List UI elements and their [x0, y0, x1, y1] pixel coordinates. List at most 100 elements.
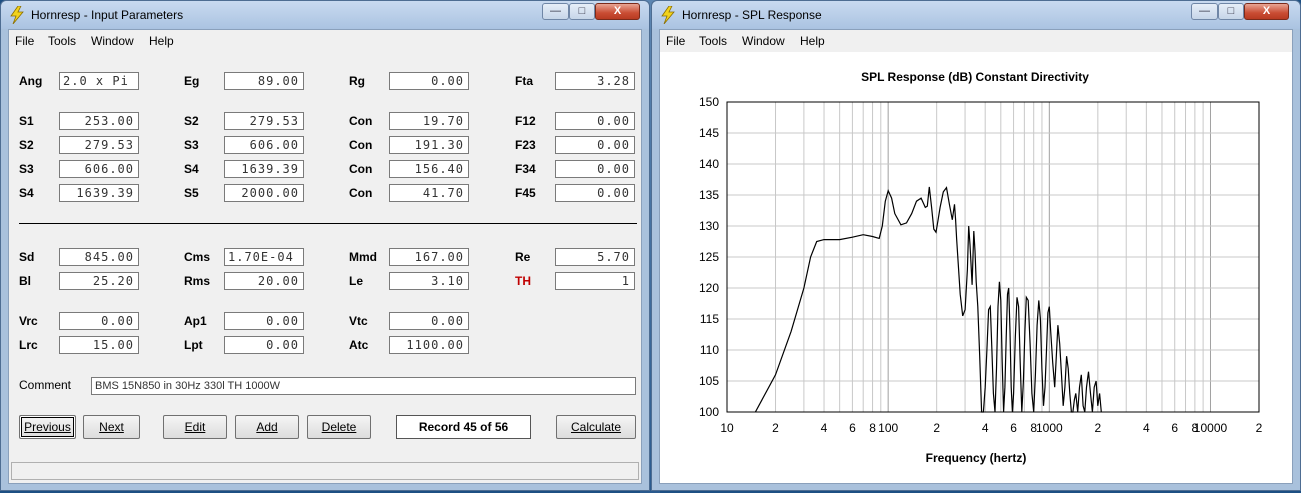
y-tick-labels: 100 105 110 115 120 125 130 135 140 145 150: [699, 95, 719, 419]
close-button[interactable]: X: [1244, 3, 1289, 20]
maximize-button[interactable]: □: [569, 3, 595, 20]
label-s4: S4: [184, 162, 199, 176]
x-tick-label: 10000: [1194, 421, 1228, 435]
x-tick-label: 6: [1171, 421, 1178, 435]
field-s4[interactable]: 1639.39: [224, 160, 304, 178]
field-ang[interactable]: 2.0 x Pi: [59, 72, 139, 90]
field-con2[interactable]: 191.30: [389, 136, 469, 154]
delete-button[interactable]: Delete: [307, 415, 371, 439]
calculate-button[interactable]: Calculate: [556, 415, 636, 439]
title-bar[interactable]: Hornresp - SPL Response — □ X: [652, 1, 1300, 29]
previous-button[interactable]: Previous: [19, 415, 76, 439]
field-fta[interactable]: 3.28: [555, 72, 635, 90]
label-lpt: Lpt: [184, 338, 203, 352]
app-bolt-icon: [10, 6, 24, 24]
y-tick-label: 145: [699, 126, 719, 140]
field-atc[interactable]: 1100.00: [389, 336, 469, 354]
next-button-label: Next: [99, 420, 124, 434]
label-f34: F34: [515, 162, 536, 176]
label-con2: Con: [349, 138, 373, 152]
menu-window[interactable]: Window: [742, 34, 785, 48]
field-vrc[interactable]: 0.00: [59, 312, 139, 330]
menu-file[interactable]: File: [15, 34, 34, 48]
y-tick-label: 105: [699, 374, 719, 388]
field-lrc[interactable]: 15.00: [59, 336, 139, 354]
field-th[interactable]: 1: [555, 272, 635, 290]
y-tick-label: 115: [700, 312, 719, 326]
label-s4: S4: [19, 186, 34, 200]
edit-button-label: Edit: [184, 420, 206, 434]
plot-area: SPL Response (dB) Constant Directivity F…: [660, 52, 1292, 483]
field-le[interactable]: 3.10: [389, 272, 469, 290]
field-rg[interactable]: 0.00: [389, 72, 469, 90]
field-f45[interactable]: 0.00: [555, 184, 635, 202]
edit-button[interactable]: Edit: [163, 415, 227, 439]
field-s2[interactable]: 279.53: [224, 112, 304, 130]
field-con3[interactable]: 156.40: [389, 160, 469, 178]
field-s2-b[interactable]: 279.53: [59, 136, 139, 154]
field-f23[interactable]: 0.00: [555, 136, 635, 154]
field-mmd[interactable]: 167.00: [389, 248, 469, 266]
label-f23: F23: [515, 138, 536, 152]
add-button[interactable]: Add: [235, 415, 299, 439]
x-tick-label: 4: [821, 421, 828, 435]
label-f45: F45: [515, 186, 536, 200]
field-s1[interactable]: 253.00: [59, 112, 139, 130]
minimize-button[interactable]: —: [542, 3, 569, 20]
field-s4-b[interactable]: 1639.39: [59, 184, 139, 202]
minimize-button[interactable]: —: [1191, 3, 1218, 20]
menu-help[interactable]: Help: [149, 34, 174, 48]
comment-label: Comment: [19, 378, 72, 392]
comment-field[interactable]: BMS 15N850 in 30Hz 330l TH 1000W: [91, 377, 636, 395]
menu-help[interactable]: Help: [800, 34, 825, 48]
field-f34[interactable]: 0.00: [555, 160, 635, 178]
field-re[interactable]: 5.70: [555, 248, 635, 266]
field-s5[interactable]: 2000.00: [224, 184, 304, 202]
field-lpt[interactable]: 0.00: [224, 336, 304, 354]
field-vtc[interactable]: 0.00: [389, 312, 469, 330]
next-button[interactable]: Next: [83, 415, 140, 439]
x-axis-label: Frequency (hertz): [926, 451, 1027, 465]
calculate-button-label: Calculate: [570, 420, 622, 434]
spl-response-window: Hornresp - SPL Response — □ X File Tools…: [651, 0, 1301, 491]
label-eg: Eg: [184, 74, 200, 88]
x-tick-label: 6: [849, 421, 856, 435]
field-f12[interactable]: 0.00: [555, 112, 635, 130]
y-tick-label: 120: [699, 281, 719, 295]
label-th: TH: [515, 274, 531, 288]
y-tick-label: 140: [699, 157, 719, 171]
field-con4[interactable]: 41.70: [389, 184, 469, 202]
label-con4: Con: [349, 186, 373, 200]
menu-window[interactable]: Window: [91, 34, 134, 48]
field-s3[interactable]: 606.00: [224, 136, 304, 154]
menu-tools[interactable]: Tools: [48, 34, 76, 48]
window-title: Hornresp - Input Parameters: [31, 8, 184, 22]
field-cms[interactable]: 1.70E-04: [224, 248, 304, 266]
field-ap1[interactable]: 0.00: [224, 312, 304, 330]
x-tick-label: 2: [1256, 421, 1263, 435]
y-tick-label: 135: [699, 188, 719, 202]
label-cms: Cms: [184, 250, 211, 264]
field-bl[interactable]: 25.20: [59, 272, 139, 290]
field-rms[interactable]: 20.00: [224, 272, 304, 290]
menu-file[interactable]: File: [666, 34, 685, 48]
label-ap1: Ap1: [184, 314, 207, 328]
label-s1: S1: [19, 114, 34, 128]
x-tick-label: 1000: [1036, 421, 1063, 435]
label-ang: Ang: [19, 74, 43, 88]
field-eg[interactable]: 89.00: [224, 72, 304, 90]
field-s3-b[interactable]: 606.00: [59, 160, 139, 178]
previous-button-label: Previous: [24, 420, 71, 434]
label-rg: Rg: [349, 74, 365, 88]
field-sd[interactable]: 845.00: [59, 248, 139, 266]
x-tick-label: 6: [1010, 421, 1017, 435]
title-bar[interactable]: Hornresp - Input Parameters — □ X: [1, 1, 649, 29]
field-con1[interactable]: 19.70: [389, 112, 469, 130]
close-button[interactable]: X: [595, 3, 640, 20]
maximize-button[interactable]: □: [1218, 3, 1244, 20]
menu-tools[interactable]: Tools: [699, 34, 727, 48]
label-vrc: Vrc: [19, 314, 38, 328]
label-mmd: Mmd: [349, 250, 377, 264]
label-le: Le: [349, 274, 364, 288]
status-bar: [11, 462, 639, 480]
